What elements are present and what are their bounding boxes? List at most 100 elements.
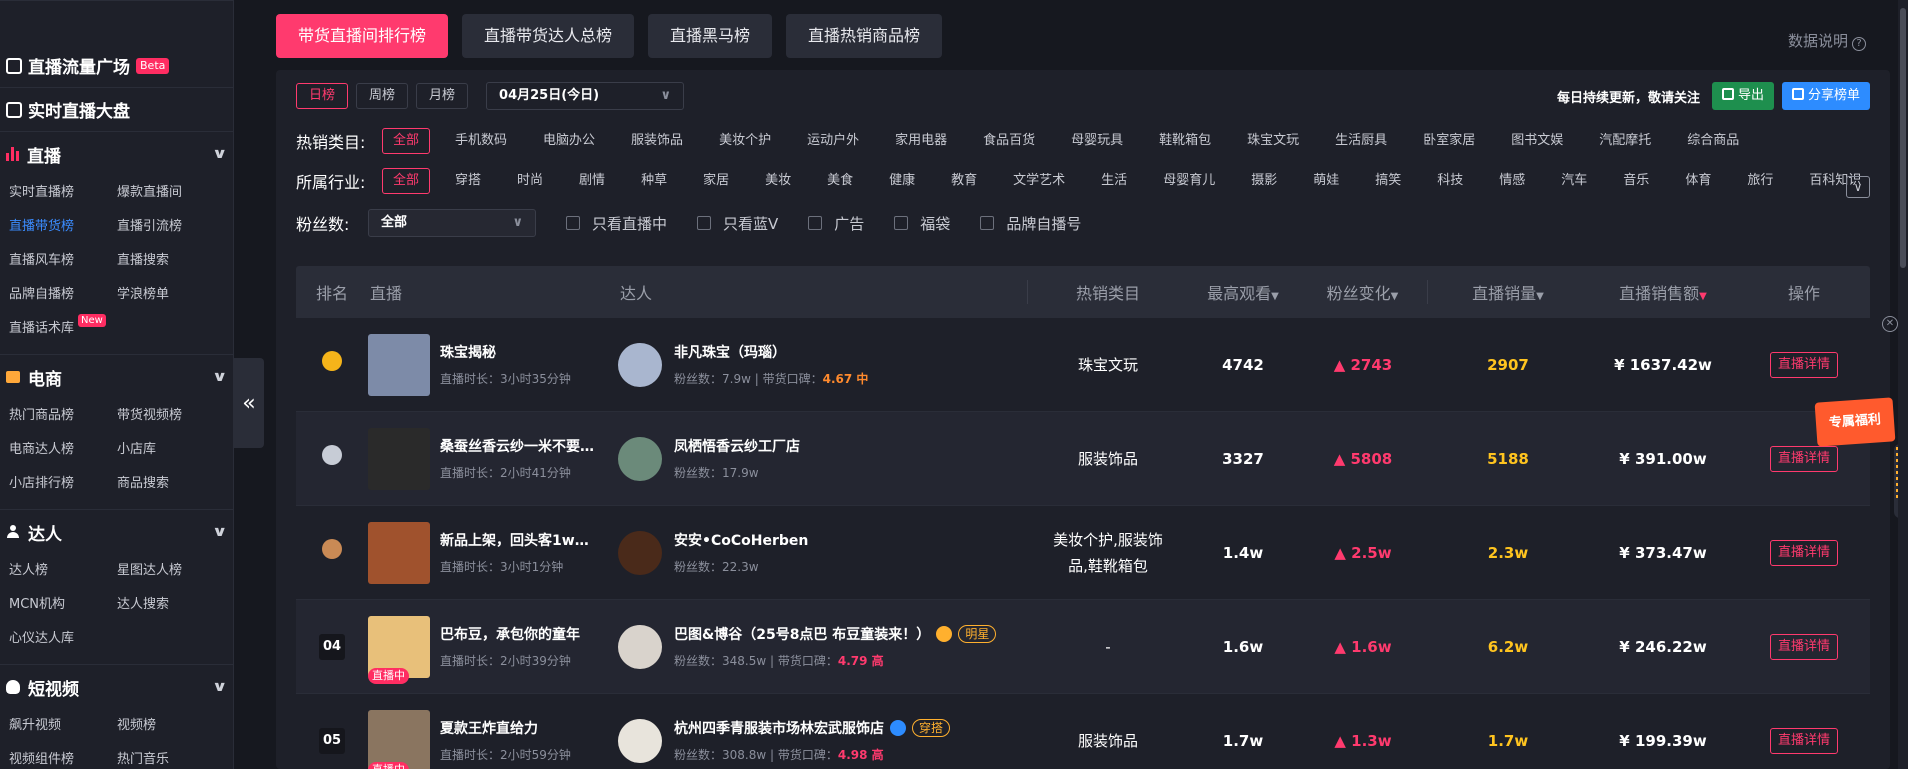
talent-name[interactable]: 非凡珠宝（玛瑙） <box>674 342 786 362</box>
avatar[interactable] <box>618 342 662 387</box>
industry-option[interactable]: 健康 <box>878 168 926 194</box>
sidebar-item[interactable]: 心仪达人库 <box>0 622 108 656</box>
fans-dropdown[interactable]: 全部 ∨ <box>368 209 536 237</box>
checkbox-box[interactable] <box>808 216 823 230</box>
live-cell[interactable]: 珠宝揭秘 直播时长：3小时35分钟 <box>368 333 618 396</box>
talent-cell[interactable]: 凤栖悟香云纱工厂店 粉丝数：17.9w <box>618 436 1028 481</box>
talent-name[interactable]: 巴图&博谷（25号8点巴 布豆童装来！） <box>674 624 930 644</box>
talent-cell[interactable]: 安安•CoCoHerben 粉丝数：22.3w <box>618 530 1028 575</box>
expand-filters-button[interactable]: ∨ <box>1846 176 1870 198</box>
header-max-view[interactable]: 最高观看▼ <box>1188 280 1298 304</box>
sidebar-item-active[interactable]: 直播带货榜 <box>0 210 108 244</box>
sidebar-link-live-dashboard[interactable]: 实时直播大盘 <box>0 88 233 132</box>
live-detail-button[interactable]: 直播详情 <box>1769 351 1838 378</box>
export-button[interactable]: 导出 <box>1711 82 1774 110</box>
live-cell[interactable]: 桑蚕丝香云纱一米不要… 直播时长：2小时41分钟 <box>368 427 618 490</box>
live-detail-button[interactable]: 直播详情 <box>1769 633 1838 660</box>
sidebar-item[interactable]: 小店排行榜 <box>0 467 108 501</box>
category-option[interactable]: 母婴玩具 <box>1060 128 1134 154</box>
live-cell[interactable]: 新品上架，回头客1w正… 直播时长：3小时1分钟 <box>368 521 618 584</box>
industry-option[interactable]: 时尚 <box>506 168 554 194</box>
sidebar-item[interactable]: 直播风车榜 <box>0 244 108 278</box>
sidebar-item[interactable]: 视频组件榜 <box>0 743 108 769</box>
industry-option[interactable]: 摄影 <box>1240 168 1288 194</box>
scroll-thumb[interactable] <box>1900 8 1906 268</box>
checkbox-box[interactable] <box>894 216 909 230</box>
header-amount[interactable]: 直播销售额▼ <box>1588 280 1738 304</box>
sidebar-item[interactable]: 小店库 <box>108 433 228 467</box>
live-title[interactable]: 珠宝揭秘 <box>440 342 600 362</box>
share-button[interactable]: 分享榜单 <box>1781 82 1870 110</box>
sidebar-item[interactable]: 爆款直播间 <box>108 176 228 210</box>
industry-option[interactable]: 家居 <box>692 168 740 194</box>
category-option[interactable]: 汽配摩托 <box>1588 128 1662 154</box>
table-row[interactable]: 04 直播中 巴布豆，承包你的童年 直播时长：2小时39分钟 巴图&博谷（25号8点巴 … <box>296 600 1870 694</box>
sidebar-item[interactable]: 电商达人榜 <box>0 433 108 467</box>
sidebar-item[interactable]: 飙升视频 <box>0 709 108 743</box>
category-option[interactable]: 综合商品 <box>1676 128 1750 154</box>
checkbox-box[interactable] <box>566 216 580 230</box>
industry-option[interactable]: 美食 <box>816 168 864 194</box>
talent-name[interactable]: 安安•CoCoHerben <box>674 530 808 550</box>
header-sales[interactable]: 直播销量▼ <box>1428 280 1588 304</box>
live-cell[interactable]: 直播中 夏款王炸直给力 直播时长：2小时59分钟 <box>368 709 618 769</box>
sidebar-section-header[interactable]: 达人 ∨ <box>0 510 233 554</box>
sidebar-section-header[interactable]: 电商 ∨ <box>0 355 233 399</box>
period-weekly[interactable]: 周榜 <box>356 83 409 109</box>
industry-option[interactable]: 穿搭 <box>444 168 492 194</box>
live-thumbnail[interactable] <box>368 333 430 396</box>
period-monthly[interactable]: 月榜 <box>416 83 469 109</box>
table-row[interactable]: 桑蚕丝香云纱一米不要… 直播时长：2小时41分钟 凤栖悟香云纱工厂店 粉丝数：17.9… <box>296 412 1870 506</box>
industry-option[interactable]: 体育 <box>1674 168 1722 194</box>
avatar[interactable] <box>618 718 662 763</box>
sidebar-section-header[interactable]: 短视频 ∨ <box>0 665 233 709</box>
industry-option[interactable]: 全部 <box>382 168 431 194</box>
sidebar-item[interactable]: 星图达人榜 <box>108 554 228 588</box>
industry-option[interactable]: 旅行 <box>1736 168 1784 194</box>
close-icon[interactable]: ✕ <box>1882 316 1898 332</box>
filter-checkbox[interactable]: 广告 <box>808 213 864 234</box>
sidebar-item[interactable]: 达人搜索 <box>108 588 228 622</box>
filter-checkbox[interactable]: 只看直播中 <box>566 213 667 234</box>
talent-cell[interactable]: 巴图&博谷（25号8点巴 布豆童装来！） 明星 粉丝数：348.5w | 带货口碑：… <box>618 624 1028 669</box>
sidebar-item[interactable]: 商品搜索 <box>108 467 228 501</box>
period-daily[interactable]: 日榜 <box>296 83 349 109</box>
industry-option[interactable]: 种草 <box>630 168 678 194</box>
category-option[interactable]: 全部 <box>382 128 431 154</box>
sidebar-item[interactable]: 直播搜索 <box>108 244 228 278</box>
tab-talent-ranking[interactable]: 直播带货达人总榜 <box>462 14 635 58</box>
sidebar-item[interactable]: 视频榜 <box>108 709 228 743</box>
avatar[interactable] <box>618 624 662 669</box>
live-thumbnail[interactable] <box>368 427 430 490</box>
live-detail-button[interactable]: 直播详情 <box>1769 539 1838 566</box>
industry-option[interactable]: 母婴育儿 <box>1152 168 1226 194</box>
talent-cell[interactable]: 非凡珠宝（玛瑙） 粉丝数：7.9w | 带货口碑：4.67 中 <box>618 342 1028 387</box>
sidebar-item[interactable]: 热门音乐 <box>108 743 228 769</box>
category-option[interactable]: 运动户外 <box>796 128 870 154</box>
sidebar-item-script-library[interactable]: 直播话术库 New <box>0 312 108 346</box>
table-row[interactable]: 新品上架，回头客1w正… 直播时长：3小时1分钟 安安•CoCoHerben 粉丝数：… <box>296 506 1870 600</box>
table-row[interactable]: 05 直播中 夏款王炸直给力 直播时长：2小时59分钟 杭州四季青服装市场林宏武服饰店 穿… <box>296 694 1870 769</box>
data-description-link[interactable]: 数据说明? <box>1788 30 1866 51</box>
page-scrollbar[interactable] <box>1898 0 1908 769</box>
industry-option[interactable]: 情感 <box>1488 168 1536 194</box>
live-title[interactable]: 新品上架，回头客1w正… <box>440 530 600 550</box>
industry-option[interactable]: 搞笑 <box>1364 168 1412 194</box>
category-option[interactable]: 手机数码 <box>444 128 518 154</box>
live-detail-button[interactable]: 直播详情 <box>1769 727 1838 754</box>
header-fans-change[interactable]: 粉丝变化▼ <box>1298 280 1428 304</box>
industry-option[interactable]: 科技 <box>1426 168 1474 194</box>
tab-hot-products[interactable]: 直播热销商品榜 <box>786 14 943 58</box>
category-option[interactable]: 电脑办公 <box>532 128 606 154</box>
category-option[interactable]: 卧室家居 <box>1412 128 1486 154</box>
category-option[interactable]: 家用电器 <box>884 128 958 154</box>
checkbox-box[interactable] <box>980 216 995 230</box>
sidebar-item[interactable]: 直播引流榜 <box>108 210 228 244</box>
live-title[interactable]: 巴布豆，承包你的童年 <box>440 624 600 644</box>
tab-live-room-ranking[interactable]: 带货直播间排行榜 <box>276 14 449 58</box>
sidebar-link-traffic-square[interactable]: 直播流量广场 Beta <box>0 44 233 88</box>
filter-checkbox[interactable]: 福袋 <box>894 213 950 234</box>
industry-option[interactable]: 美妆 <box>754 168 802 194</box>
sidebar-item[interactable]: 达人榜 <box>0 554 108 588</box>
sidebar-item[interactable]: MCN机构 <box>0 588 108 622</box>
